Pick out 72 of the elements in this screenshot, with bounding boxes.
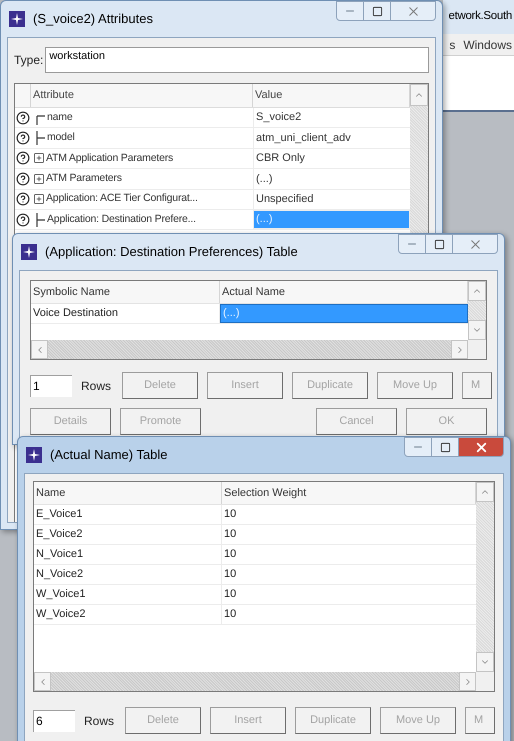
menu-item[interactable]: s [449, 36, 456, 54]
tree-line-icon [36, 212, 46, 227]
maximize-button[interactable] [426, 234, 452, 254]
table-cell[interactable]: N_Voice2 [34, 565, 222, 584]
table-cell[interactable]: 10 [222, 525, 476, 544]
scroll-down-button[interactable] [476, 652, 494, 672]
scrollbar-corner [476, 672, 494, 691]
scroll-down-button[interactable] [468, 320, 486, 340]
rows-label: Rows [84, 712, 114, 730]
help-icon[interactable] [15, 212, 31, 227]
column-header[interactable]: Attribute [31, 84, 253, 107]
scroll-up-button[interactable] [468, 281, 486, 301]
scroll-left-button[interactable] [34, 672, 51, 691]
column-header[interactable]: Value [253, 84, 410, 107]
window-title: (Actual Name) Table [50, 446, 169, 464]
expand-icon[interactable] [33, 152, 45, 164]
maximize-icon [434, 238, 444, 250]
scroll-right-button[interactable] [459, 672, 476, 691]
table-cell[interactable]: 10 [222, 585, 476, 604]
menu-item[interactable]: Windows [463, 36, 512, 54]
column-header[interactable]: Symbolic Name [31, 281, 220, 303]
maximize-button[interactable] [364, 1, 390, 21]
table-cell[interactable]: E_Voice2 [34, 525, 222, 544]
table-cell[interactable]: 10 [222, 545, 476, 564]
help-icon[interactable] [15, 172, 31, 186]
help-icon[interactable] [15, 110, 31, 125]
table-cell[interactable]: W_Voice1 [34, 585, 222, 604]
scrollbar-corner [468, 340, 486, 359]
app-icon [9, 11, 25, 27]
table-cell[interactable]: N_Voice1 [34, 545, 222, 564]
vertical-scrollbar[interactable] [476, 482, 494, 672]
help-icon[interactable] [15, 131, 31, 146]
scroll-up-button[interactable] [410, 84, 428, 106]
type-field[interactable]: workstation [45, 47, 429, 73]
expand-icon[interactable] [33, 193, 45, 206]
app-icon [21, 244, 37, 260]
table-cell[interactable]: 10 [222, 505, 476, 524]
attribute-name[interactable]: name [47, 110, 72, 126]
attribute-name[interactable]: ATM Parameters [46, 170, 122, 187]
tree-line-icon [36, 131, 46, 146]
table-cell[interactable]: E_Voice1 [34, 505, 222, 524]
close-button[interactable] [458, 437, 504, 457]
attribute-name[interactable]: Application: Destination Prefere... [47, 212, 196, 228]
table-cell[interactable]: W_Voice2 [34, 605, 222, 624]
help-icon[interactable] [15, 192, 31, 206]
column-header[interactable]: Name [34, 482, 222, 504]
rows-count-field[interactable]: 1 [30, 374, 72, 396]
vertical-scrollbar[interactable] [468, 281, 486, 340]
attribute-name[interactable]: ATM Application Parameters [46, 150, 174, 166]
type-label: Type: [14, 52, 44, 69]
scroll-up-button[interactable] [476, 482, 494, 502]
window-title: (S_voice2) Attributes [33, 10, 154, 28]
column-header[interactable]: Selection Weight [222, 482, 476, 504]
maximize-icon [440, 442, 450, 452]
expand-icon[interactable] [33, 172, 45, 185]
window-title: etwork.South [448, 9, 512, 24]
attribute-name[interactable]: Application: ACE Tier Configurat... [46, 191, 198, 208]
table-cell[interactable]: 10 [222, 565, 476, 584]
rows-label: Rows [81, 378, 112, 394]
maximize-button[interactable] [432, 437, 458, 457]
horizontal-scrollbar[interactable] [34, 672, 476, 691]
rows-count-field[interactable]: 6 [33, 710, 75, 732]
horizontal-scrollbar[interactable] [31, 340, 468, 359]
window-title: (Application: Destination Preferences) Table [45, 243, 299, 262]
help-icon[interactable] [15, 151, 31, 166]
column-header[interactable]: Actual Name [220, 281, 468, 303]
attribute-name[interactable]: model [47, 130, 75, 146]
app-icon [26, 447, 42, 463]
maximize-icon [372, 6, 382, 16]
scroll-right-button[interactable] [451, 340, 468, 359]
scroll-left-button[interactable] [31, 340, 48, 359]
table-cell[interactable]: 10 [222, 605, 476, 624]
